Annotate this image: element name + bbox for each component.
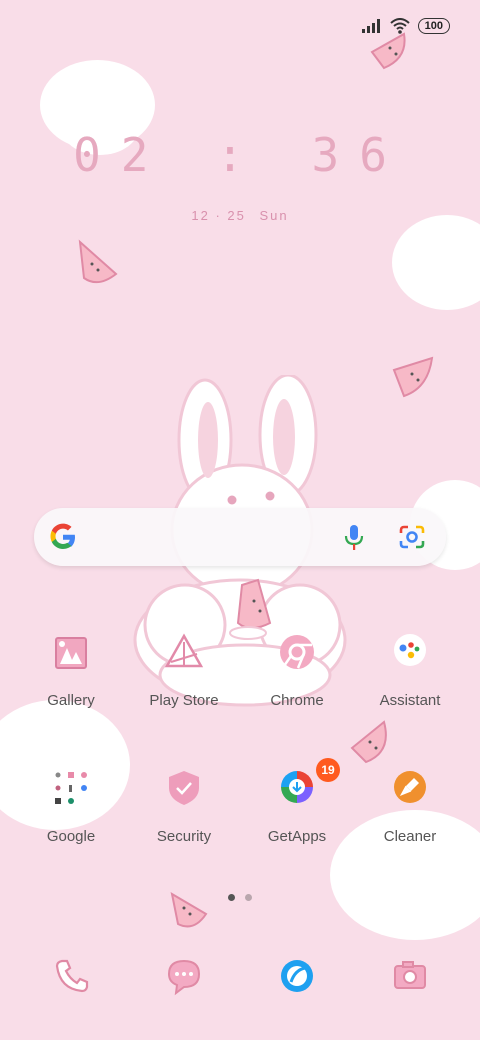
clock-time[interactable]: 02 : 36 xyxy=(0,128,480,182)
getapps-icon: 19 xyxy=(274,758,340,814)
app-security[interactable]: Security xyxy=(129,768,239,845)
google-logo-icon xyxy=(50,523,75,549)
status-bar: 100 xyxy=(361,18,450,34)
app-assistant[interactable]: Assistant xyxy=(355,632,465,709)
app-google-folder[interactable]: Google xyxy=(16,768,126,845)
page-dot[interactable] xyxy=(245,894,252,901)
page-dot-active[interactable] xyxy=(228,894,235,901)
app-label: Assistant xyxy=(379,692,441,709)
assistant-icon xyxy=(387,632,433,678)
cloud-decoration xyxy=(392,215,480,310)
app-chrome[interactable]: Chrome xyxy=(242,632,352,709)
gallery-icon xyxy=(48,632,94,678)
signal-icon xyxy=(361,19,380,33)
watermelon-sticker xyxy=(370,32,406,70)
watermelon-sticker xyxy=(350,720,387,764)
google-search-bar[interactable] xyxy=(34,508,446,566)
app-label: Cleaner xyxy=(383,828,437,845)
app-label: Play Store xyxy=(149,692,219,709)
app-gallery[interactable]: Gallery xyxy=(16,632,126,709)
browser-icon xyxy=(281,960,313,992)
app-play-store[interactable]: Play Store xyxy=(129,632,239,709)
microphone-icon[interactable] xyxy=(342,524,366,552)
watermelon-sticker xyxy=(78,239,118,284)
security-shield-icon xyxy=(161,768,207,814)
dock-phone-button[interactable] xyxy=(52,956,92,996)
google-folder-icon xyxy=(48,768,94,814)
play-store-icon xyxy=(161,632,207,678)
messages-icon xyxy=(167,959,201,996)
watermelon-sticker xyxy=(392,356,434,398)
phone-icon xyxy=(55,959,89,993)
app-getapps[interactable]: 19 GetApps xyxy=(242,758,352,845)
battery-indicator: 100 xyxy=(417,18,450,34)
app-label: Chrome xyxy=(270,692,324,709)
notification-badge: 19 xyxy=(316,758,340,782)
cleaner-brush-icon xyxy=(387,768,433,814)
app-label: Security xyxy=(156,828,212,845)
date-text: 12 · 25 xyxy=(191,208,246,223)
app-label: Google xyxy=(46,828,96,845)
app-label: GetApps xyxy=(267,828,327,845)
dock-camera-button[interactable] xyxy=(390,956,430,996)
wifi-icon xyxy=(389,18,410,34)
camera-icon xyxy=(394,961,426,989)
page-indicator[interactable] xyxy=(0,894,480,901)
dock-messages-button[interactable] xyxy=(164,956,204,996)
chrome-icon xyxy=(274,632,320,678)
dock-browser-button[interactable] xyxy=(277,956,317,996)
google-lens-icon[interactable] xyxy=(398,524,426,550)
app-cleaner[interactable]: Cleaner xyxy=(355,768,465,845)
app-label: Gallery xyxy=(47,692,95,709)
day-text: Sun xyxy=(259,208,289,223)
clock-date[interactable]: 12 · 25 Sun xyxy=(0,208,480,223)
